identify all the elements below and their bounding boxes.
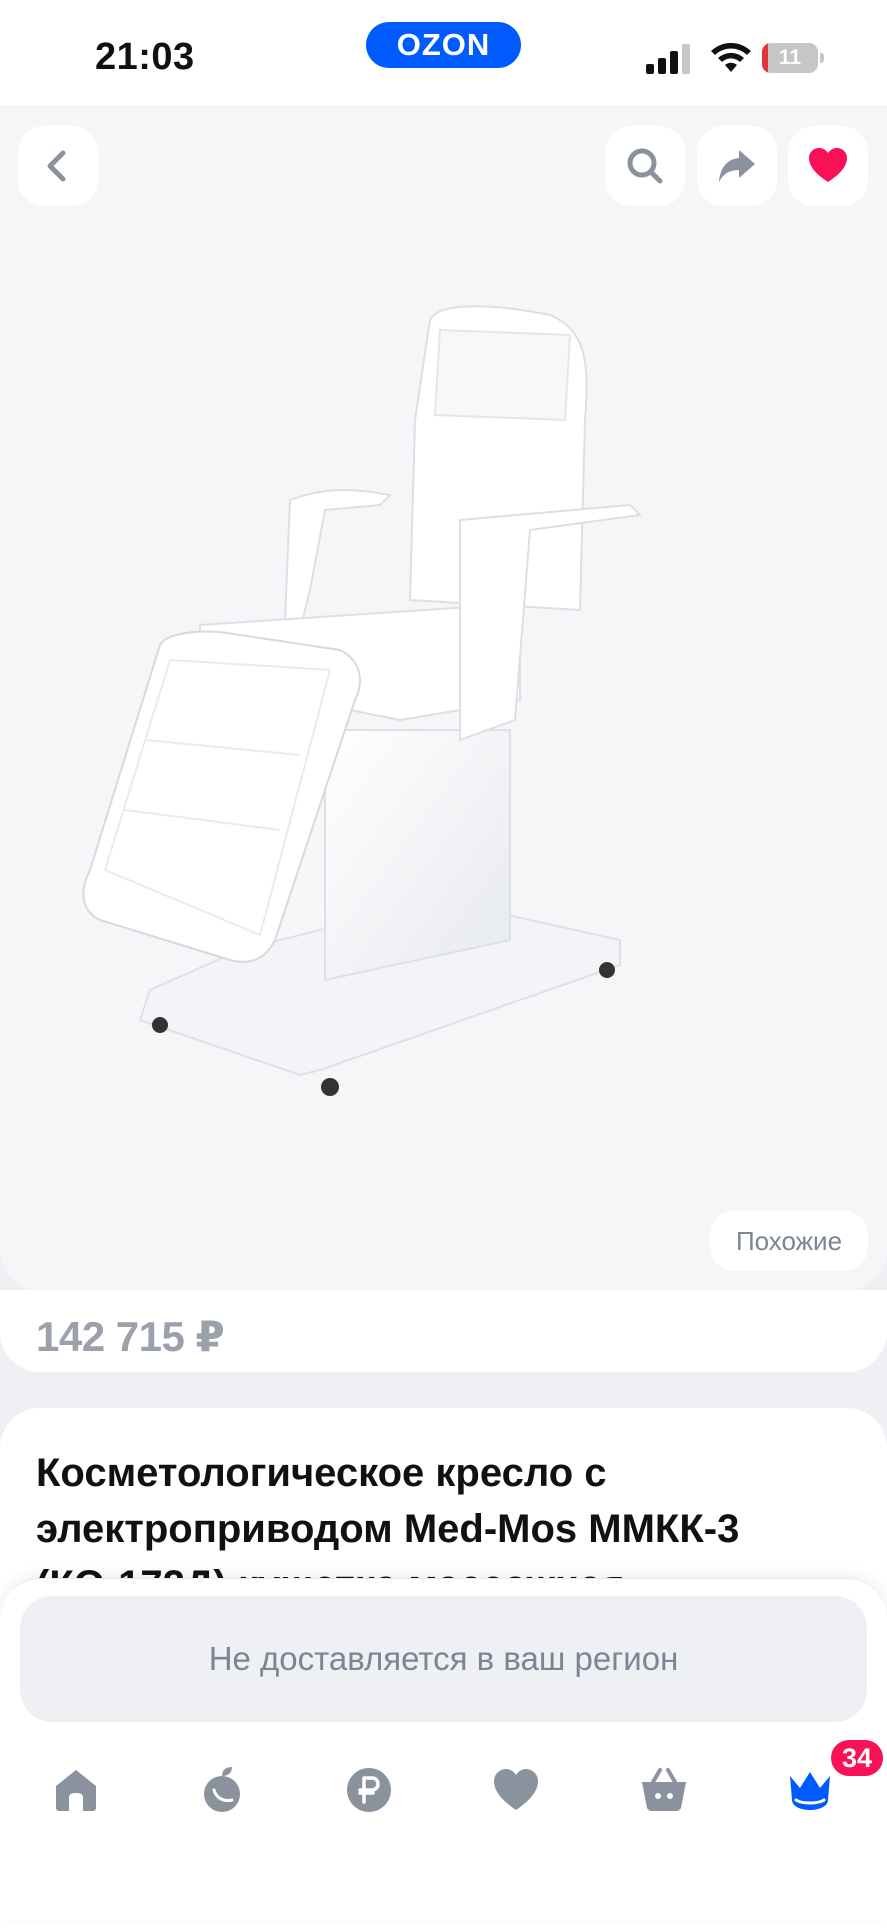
nav-favorites[interactable] [486,1760,546,1820]
wifi-icon [711,43,751,72]
nav-home[interactable] [46,1760,106,1820]
product-image[interactable] [60,300,740,1100]
similar-products-button[interactable]: Похожие [710,1211,868,1271]
cellular-signal-icon [646,44,690,74]
product-price: 142 715 ₽ [36,1313,225,1360]
heart-icon [809,148,847,182]
share-button[interactable] [697,126,777,206]
ruble-icon [347,1768,391,1812]
battery-indicator: 11 [762,43,824,73]
cart-icon [642,1768,686,1811]
profile-badge: 34 [828,1737,886,1779]
brand-logo: OZON [366,22,521,68]
nav-fresh[interactable] [192,1760,252,1820]
back-button[interactable] [18,126,98,206]
search-button[interactable] [605,126,685,206]
crown-icon [790,1772,830,1810]
fresh-icon [204,1767,240,1812]
home-icon [56,1770,96,1811]
favorite-button[interactable] [788,126,868,206]
heart-icon [494,1769,538,1810]
product-title: Косметологическое кресло с электропривод… [36,1451,740,1585]
delivery-notice-button[interactable]: Не доставляется в ваш регион [20,1596,867,1722]
share-icon [719,150,755,182]
status-bar: 21:03 OZON 11 [0,0,887,105]
status-time: 21:03 [95,36,195,78]
nav-cart[interactable] [634,1760,694,1820]
nav-finance[interactable] [339,1760,399,1820]
search-icon [627,148,663,184]
chevron-left-icon [47,150,66,182]
